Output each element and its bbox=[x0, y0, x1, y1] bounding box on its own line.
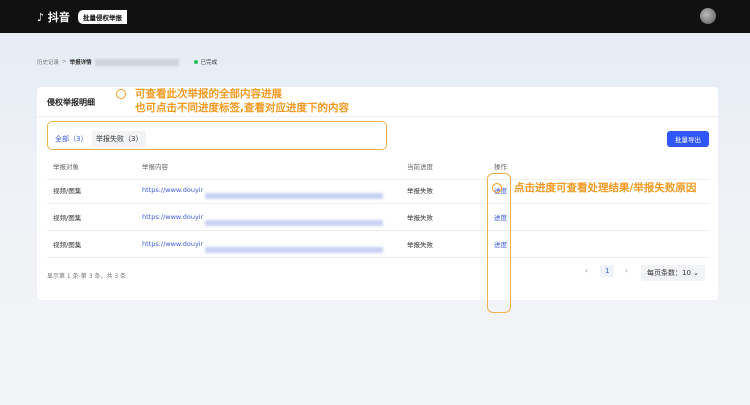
redacted-url bbox=[205, 193, 383, 199]
cell-target: 视频/图集 bbox=[53, 214, 82, 222]
table-row: 视频/图集 https://www.douyir 举报失败 进度 bbox=[47, 204, 709, 231]
cell-status: 举报失败 bbox=[407, 241, 433, 249]
breadcrumb-detail: 举报详情 bbox=[69, 60, 92, 66]
redacted-id bbox=[94, 58, 179, 66]
breadcrumb-separator: > bbox=[62, 59, 67, 65]
annotation-line2: 也可点击不同进度标签,查看对应进度下的内容 bbox=[135, 102, 349, 114]
status-text: 已完成 bbox=[200, 60, 218, 66]
content-link[interactable]: https://www.douyir bbox=[142, 240, 203, 248]
redacted-url bbox=[205, 247, 383, 253]
next-page-button[interactable]: › bbox=[625, 267, 628, 275]
content-link[interactable]: https://www.douyir bbox=[142, 186, 203, 194]
content-link[interactable]: https://www.douyir bbox=[142, 213, 203, 221]
annotation-tabs: 可查看此次举报的全部内容进展也可点击不同进度标签,查看对应进度下的内容 bbox=[135, 87, 349, 115]
douyin-logo[interactable]: ♪ 抖音 bbox=[37, 9, 70, 25]
pointer-hand-icon bbox=[116, 89, 126, 99]
cell-status: 举报失败 bbox=[407, 214, 433, 222]
breadcrumb-history[interactable]: 历史记录 bbox=[37, 58, 59, 66]
status-dot-icon bbox=[193, 60, 198, 64]
prev-page-button[interactable]: ‹ bbox=[585, 267, 588, 275]
col-content: 举报内容 bbox=[142, 163, 168, 171]
status-badge: 已完成 bbox=[193, 58, 218, 66]
table-row: 视频/图集 https://www.douyir 举报失败 进度 bbox=[47, 231, 709, 258]
card-title: 侵权举报明细 bbox=[47, 98, 95, 107]
avatar[interactable] bbox=[700, 8, 716, 24]
redacted-url bbox=[205, 220, 383, 226]
export-button[interactable]: 批量导出 bbox=[667, 131, 709, 147]
table-header: 举报对象 举报内容 当前进度 操作 bbox=[47, 153, 709, 180]
top-bar: ♪ 抖音 批量侵权举报 bbox=[0, 0, 750, 33]
tab-failed[interactable]: 举报失败（3） bbox=[92, 131, 147, 147]
divider bbox=[37, 116, 718, 117]
cell-status: 举报失败 bbox=[407, 187, 433, 195]
cell-target: 视频/图集 bbox=[53, 241, 82, 249]
tab-all[interactable]: 全部（3） bbox=[51, 131, 91, 147]
action-column-highlight bbox=[487, 173, 511, 313]
col-action: 操作 bbox=[494, 163, 507, 171]
annotation-progress: 点击进度可查看处理结果/举报失败原因 bbox=[514, 182, 697, 194]
cell-target: 视频/图集 bbox=[53, 187, 82, 195]
breadcrumb: 历史记录 > 举报详情 已完成 bbox=[37, 58, 217, 66]
page-size-select[interactable]: 每页条数：10 ⌄ bbox=[641, 265, 705, 281]
pointer-hand-icon bbox=[492, 183, 502, 193]
pagination-summary: 显示第 1 条-第 3 条，共 3 条 bbox=[47, 273, 127, 280]
col-target: 举报对象 bbox=[53, 163, 79, 171]
annotation-line1: 可查看此次举报的全部内容进展 bbox=[135, 88, 282, 100]
page-1-button[interactable]: 1 bbox=[600, 265, 615, 277]
product-badge: 批量侵权举报 bbox=[78, 10, 127, 24]
logo-text: 抖音 bbox=[47, 11, 70, 24]
col-status: 当前进度 bbox=[407, 163, 433, 171]
